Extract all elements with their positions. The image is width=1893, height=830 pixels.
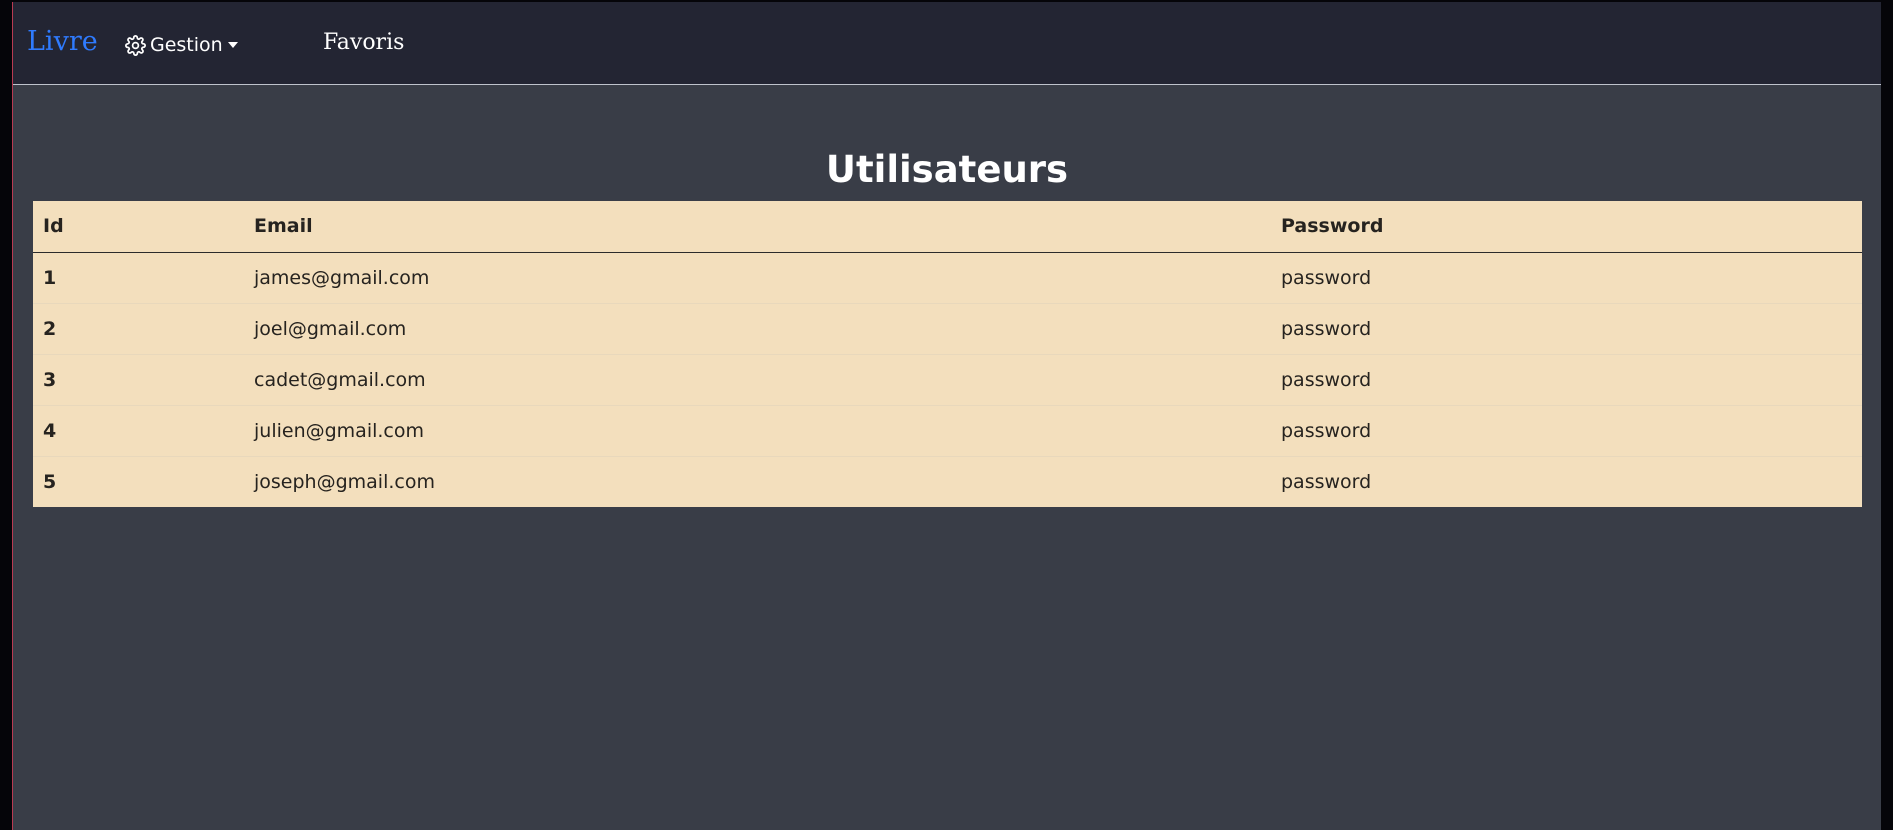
navbar: Livre Gestion Favoris (13, 2, 1881, 85)
app-frame: Livre Gestion Favoris Utilisateurs Id Em… (12, 2, 1881, 830)
table-row: 5 joseph@gmail.com password (33, 455, 1862, 507)
gear-icon (125, 34, 146, 56)
user-email-cell: james@gmail.com (244, 251, 1271, 303)
column-header-id: Id (33, 201, 244, 253)
user-password-cell: password (1271, 302, 1862, 354)
gestion-label: Gestion (150, 34, 223, 56)
user-id-cell: 3 (33, 353, 244, 405)
table-header-row: Id Email Password (33, 201, 1862, 253)
user-id-cell: 5 (33, 455, 244, 507)
gestion-dropdown[interactable]: Gestion (125, 34, 238, 56)
favoris-link[interactable]: Favoris (323, 30, 404, 55)
user-password-cell: password (1271, 353, 1862, 405)
brand-link[interactable]: Livre (27, 26, 98, 57)
table-row: 2 joel@gmail.com password (33, 302, 1862, 354)
table-row: 3 cadet@gmail.com password (33, 353, 1862, 405)
user-password-cell: password (1271, 455, 1862, 507)
user-id-cell: 1 (33, 251, 244, 303)
column-header-email: Email (244, 201, 1271, 253)
user-email-cell: julien@gmail.com (244, 404, 1271, 456)
user-email-cell: joel@gmail.com (244, 302, 1271, 354)
table-row: 1 james@gmail.com password (33, 251, 1862, 303)
user-id-cell: 4 (33, 404, 244, 456)
users-table: Id Email Password 1 james@gmail.com pass… (33, 201, 1862, 507)
user-email-cell: joseph@gmail.com (244, 455, 1271, 507)
user-email-cell: cadet@gmail.com (244, 353, 1271, 405)
column-header-password: Password (1271, 201, 1862, 253)
caret-down-icon (227, 42, 238, 48)
table-row: 4 julien@gmail.com password (33, 404, 1862, 456)
user-password-cell: password (1271, 404, 1862, 456)
user-id-cell: 2 (33, 302, 244, 354)
page-title: Utilisateurs (825, 148, 1069, 191)
user-password-cell: password (1271, 251, 1862, 303)
